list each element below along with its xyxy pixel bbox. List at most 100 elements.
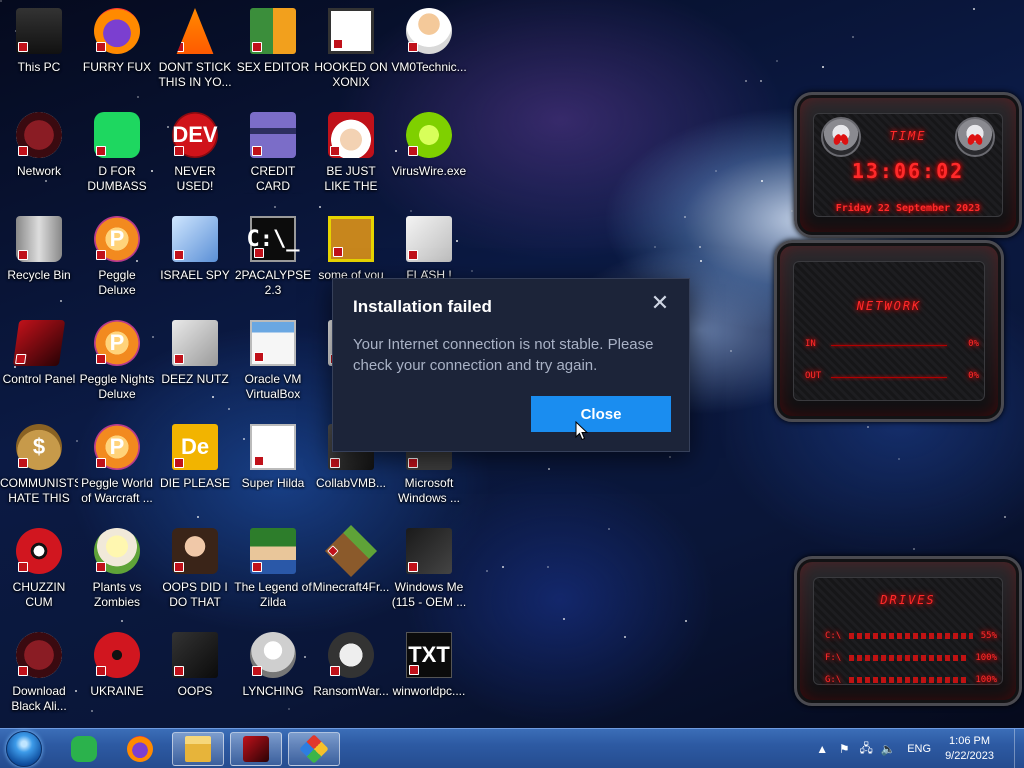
desktop-icon-lynching[interactable]: LYNCHING [234, 626, 312, 726]
shortcut-arrow-icon [176, 42, 184, 52]
desktop-icon-d-for-dumbass[interactable]: D FOR DUMBASS [78, 106, 156, 206]
desktop-icon-israel-spy[interactable]: ISRAEL SPY [156, 210, 234, 310]
drives-gadget[interactable]: DRIVES C:\ 55% F:\ 100% G:\ 100% [794, 556, 1022, 706]
desktop-icon-label: CHUZZIN CUM [12, 580, 66, 609]
start-button[interactable] [6, 731, 42, 767]
taskbar: ▲ ⚑ 🖧 🔈 ENG 1:06 PM 9/22/2023 [0, 728, 1024, 768]
star [608, 528, 610, 530]
desktop-icon-deez-nutz[interactable]: DEEZ NUTZ [156, 314, 234, 414]
desktop-icon-label: Recycle Bin [7, 268, 71, 282]
desktop-icon-peggle-deluxe[interactable]: P Peggle Deluxe [78, 210, 156, 310]
shortcut-arrow-icon [252, 562, 262, 572]
desktop-icon-ukraine[interactable]: UKRAINE [78, 626, 156, 726]
desktop-icon-chuzzin-cum[interactable]: CHUZZIN CUM [0, 522, 78, 622]
star [761, 180, 763, 182]
drive-row: F:\ 100% [825, 653, 997, 663]
star [274, 206, 276, 208]
desktop-icon-super-hilda[interactable]: Super Hilda [234, 418, 312, 518]
desktop-icon-oops[interactable]: OOPS [156, 626, 234, 726]
desktop-icon-hooked-on-xonix[interactable]: HOOKED ON XONIX [312, 2, 390, 102]
star [684, 216, 686, 218]
desktop-icon-peggle-nights[interactable]: P Peggle Nights Deluxe [78, 314, 156, 414]
desktop-icon-oops-did-i[interactable]: OOPS DID I DO THAT [156, 522, 234, 622]
desktop-icon-2pacalypse[interactable]: C:\_ 2PACALYPSE 2.3 [234, 210, 312, 310]
desktop-icon-virtualbox[interactable]: Oracle VM VirtualBox [234, 314, 312, 414]
desktop-icon-control-panel[interactable]: Control Panel [0, 314, 78, 414]
show-hidden-icons-icon[interactable]: ▲ [813, 742, 831, 756]
desktop-icon-label: winworldpc.... [392, 684, 466, 698]
desktop-icon-be-just-like-the-dude[interactable]: BE JUST LIKE THE DUDE! [312, 106, 390, 206]
hex-editor-icon [250, 8, 296, 54]
desktop-icon-die-please[interactable]: De DIE PLEASE [156, 418, 234, 518]
shortcut-arrow-icon [18, 562, 28, 572]
ghost-icon [250, 632, 296, 678]
desktop-icon-label: CollabVMB... [315, 476, 387, 490]
shortcut-arrow-icon [330, 458, 340, 468]
star [685, 620, 687, 622]
taskbar-firefox[interactable] [114, 732, 166, 766]
network-gadget-title: NETWORK [856, 299, 922, 313]
shortcut-arrow-icon [252, 42, 262, 52]
shortcut-arrow-icon [174, 146, 184, 156]
desktop-icon-legend-of-zilda[interactable]: The Legend of Zilda [234, 522, 312, 622]
shortcut-arrow-icon [174, 250, 184, 260]
drive-label: F:\ [825, 653, 842, 663]
taskbar-feedly[interactable] [58, 732, 110, 766]
skull-icon [328, 632, 374, 678]
desktop-icon-recycle-bin[interactable]: Recycle Bin [0, 210, 78, 310]
peggle-icon: P [94, 320, 140, 366]
network-gadget[interactable]: NETWORK IN 0% OUT 0% [774, 240, 1004, 422]
desktop-icon-furry-fux[interactable]: FURRY FUX [78, 2, 156, 102]
dialog-title: Installation failed [353, 297, 492, 316]
volume-icon[interactable]: 🔈 [879, 742, 897, 756]
desktop-icon-windows-me[interactable]: Windows Me (115 - OEM ... [390, 522, 468, 622]
desktop-icon-ransomware[interactable]: RansomWar... [312, 626, 390, 726]
action-center-flag-icon[interactable]: ⚑ [835, 742, 853, 756]
close-icon[interactable]: ✕ [649, 292, 671, 315]
desktop-icon-viruswire[interactable]: VirusWire.exe [390, 106, 468, 206]
virtualbox-icon [250, 320, 296, 366]
network-out-row: OUT 0% [805, 371, 979, 381]
network-out-label: OUT [805, 371, 822, 381]
star [624, 636, 626, 638]
desktop-icon-download-black-alien[interactable]: Download Black Ali... [0, 626, 78, 726]
de-icon: De [172, 424, 218, 470]
show-desktop-button[interactable] [1014, 729, 1024, 768]
shortcut-arrow-icon [252, 666, 262, 676]
desktop-icon-winworldpc[interactable]: TXT winworldpc.... [390, 626, 468, 726]
desktop-icon-label: Microsoft Windows ... [397, 476, 460, 505]
peggle-icon: P [94, 216, 140, 262]
star [745, 80, 747, 82]
desktop-icon-label: Super Hilda [241, 476, 305, 490]
star [776, 60, 778, 62]
close-button[interactable]: Close [531, 396, 671, 432]
taskbar-file-explorer[interactable] [172, 732, 224, 766]
desktop-icon-minecraft[interactable]: Minecraft4Fr... [312, 522, 390, 622]
desktop-icon-communists[interactable]: $ COMMUNISTS HATE THIS G... [0, 418, 78, 518]
desktop-icon-plants-vs-zombies[interactable]: Plants vs Zombies [78, 522, 156, 622]
desktop-icon-never-used[interactable]: DEV NEVER USED! [156, 106, 234, 206]
desktop-icon-sex-editor[interactable]: SEX EDITOR [234, 2, 312, 102]
windows-stack-icon [172, 320, 218, 366]
desktop-icon-network[interactable]: Network [0, 106, 78, 206]
star [563, 618, 565, 620]
desktop-icon-credit-card-checker[interactable]: CREDIT CARD CHECKER [234, 106, 312, 206]
dev-cpp-icon: DEV [172, 112, 218, 158]
taskbar-control-panel[interactable] [230, 732, 282, 766]
desktop-icon-peggle-wow[interactable]: P Peggle World of Warcraft ... [78, 418, 156, 518]
desktop-icon-label: DEEZ NUTZ [161, 372, 229, 386]
taskbar-bluestacks[interactable] [288, 732, 340, 766]
computer-icon [16, 8, 62, 54]
desktop-icon-vm0technic[interactable]: VM0Technic... [390, 2, 468, 102]
star [822, 66, 824, 68]
desktop-icon-label: Plants vs Zombies [92, 580, 142, 609]
network-tray-icon[interactable]: 🖧 [857, 739, 875, 760]
input-language[interactable]: ENG [907, 743, 931, 755]
desktop-icon-this-pc[interactable]: This PC [0, 2, 78, 102]
star [486, 570, 488, 572]
taskbar-clock[interactable]: 1:06 PM 9/22/2023 [945, 734, 994, 764]
desktop-icon-dont-stick[interactable]: DONT STICK THIS IN YO... [156, 2, 234, 102]
chuzzle-icon [16, 528, 62, 574]
shortcut-arrow-icon [174, 458, 184, 468]
clock-gadget[interactable]: TIME 13:06:02 Friday 22 September 2023 [794, 92, 1022, 238]
